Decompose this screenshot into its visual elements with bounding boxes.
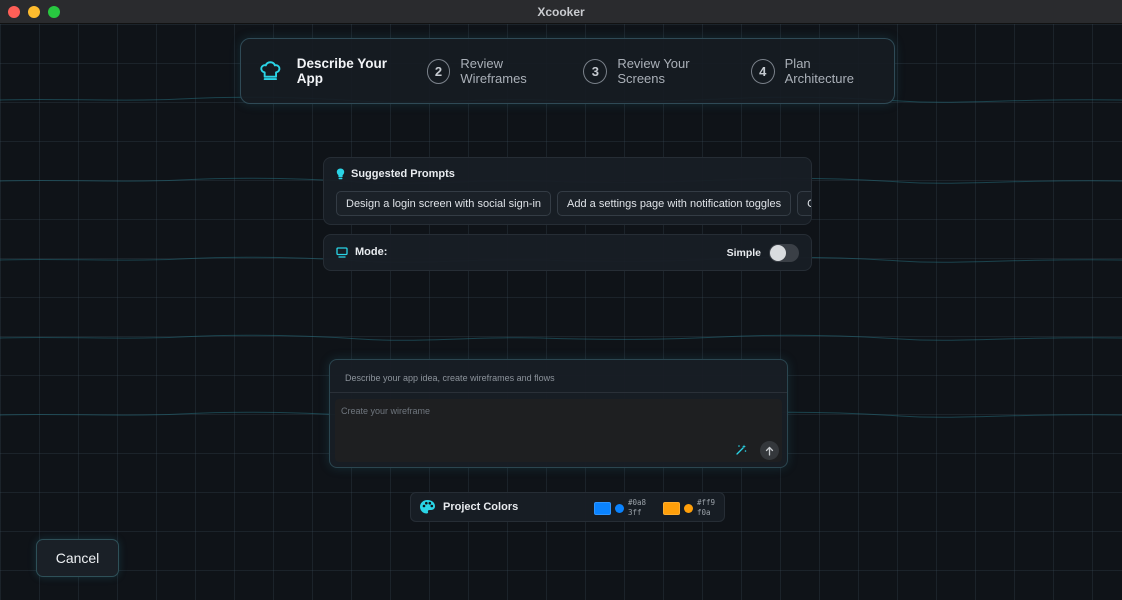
mode-value: Simple — [726, 247, 761, 259]
step-number: 2 — [426, 58, 451, 84]
mode-toggle[interactable] — [769, 244, 799, 262]
mode-toggle-group: Simple — [727, 244, 799, 262]
arrow-up-icon — [765, 446, 774, 456]
step-label: Plan Architecture — [784, 56, 855, 86]
mode-label-group: Mode: — [336, 246, 387, 258]
window-titlebar: Xcooker — [0, 0, 1122, 24]
step-plan-architecture[interactable]: 4 Plan Architecture — [750, 56, 878, 86]
palette-icon — [420, 500, 435, 514]
prompt-chip-list: Design a login screen with social sign-i… — [336, 191, 811, 216]
step-describe-app[interactable]: Describe Your App — [258, 56, 411, 86]
color-dot — [615, 503, 624, 513]
mode-label: Mode: — [355, 246, 388, 258]
send-button[interactable] — [760, 441, 779, 460]
maximize-window-button[interactable] — [48, 6, 60, 18]
cancel-button[interactable]: Cancel — [36, 539, 119, 577]
color-dot — [684, 503, 693, 513]
project-colors-bar: Project Colors #0a8 3ff #ff9 f0a — [410, 492, 725, 522]
color-hex-label: #ff9 f0a — [697, 498, 716, 517]
step-review-screens[interactable]: 3 Review Your Screens — [583, 56, 734, 86]
lightbulb-icon — [336, 168, 345, 180]
wizard-stepper: Describe Your App 2 Review Wireframes 3 … — [240, 38, 895, 104]
color-swatch-primary[interactable]: #0a8 3ff — [594, 498, 648, 518]
mode-card: Mode: Simple — [323, 234, 812, 271]
composer-hint: Describe your app idea, create wireframe… — [345, 373, 555, 383]
color-swatch — [663, 501, 680, 515]
minimize-window-button[interactable] — [28, 6, 40, 18]
project-colors-label-group: Project Colors — [419, 499, 518, 515]
suggested-prompts-header: Suggested Prompts — [336, 168, 455, 180]
wireframe-prompt-input[interactable]: Create your wireframe — [335, 399, 782, 462]
chef-hat-icon — [260, 61, 281, 81]
input-placeholder: Create your wireframe — [341, 406, 431, 416]
suggested-prompts-card: Suggested Prompts Design a login screen … — [323, 157, 812, 225]
step-label: Review Wireframes — [460, 56, 527, 86]
step-review-wireframes[interactable]: 2 Review Wireframes — [426, 56, 568, 86]
toggle-knob — [770, 245, 786, 261]
color-swatch — [594, 501, 611, 515]
step-number: 3 — [583, 58, 608, 84]
grid-canvas: Describe Your App 2 Review Wireframes 3 … — [0, 24, 1122, 600]
step-number: 4 — [750, 58, 775, 84]
prompt-chip[interactable]: Cr — [797, 191, 811, 216]
prompt-chip[interactable]: Design a login screen with social sign-i… — [336, 191, 552, 216]
composer-divider — [330, 392, 787, 393]
color-swatch-secondary[interactable]: #ff9 f0a — [663, 498, 717, 518]
prompt-composer: Describe your app idea, create wireframe… — [329, 359, 788, 468]
window-title: Xcooker — [537, 4, 585, 19]
monitor-icon — [336, 246, 348, 258]
project-colors-title: Project Colors — [443, 501, 519, 513]
color-hex-label: #0a8 3ff — [628, 498, 647, 517]
window-controls — [8, 6, 60, 18]
magic-wand-icon[interactable] — [734, 443, 748, 457]
step-label: Describe Your App — [296, 56, 387, 86]
step-label: Review Your Screens — [617, 56, 690, 86]
prompt-chip[interactable]: Add a settings page with notification to… — [557, 191, 792, 216]
suggested-prompts-title: Suggested Prompts — [351, 168, 455, 180]
close-window-button[interactable] — [8, 6, 20, 18]
